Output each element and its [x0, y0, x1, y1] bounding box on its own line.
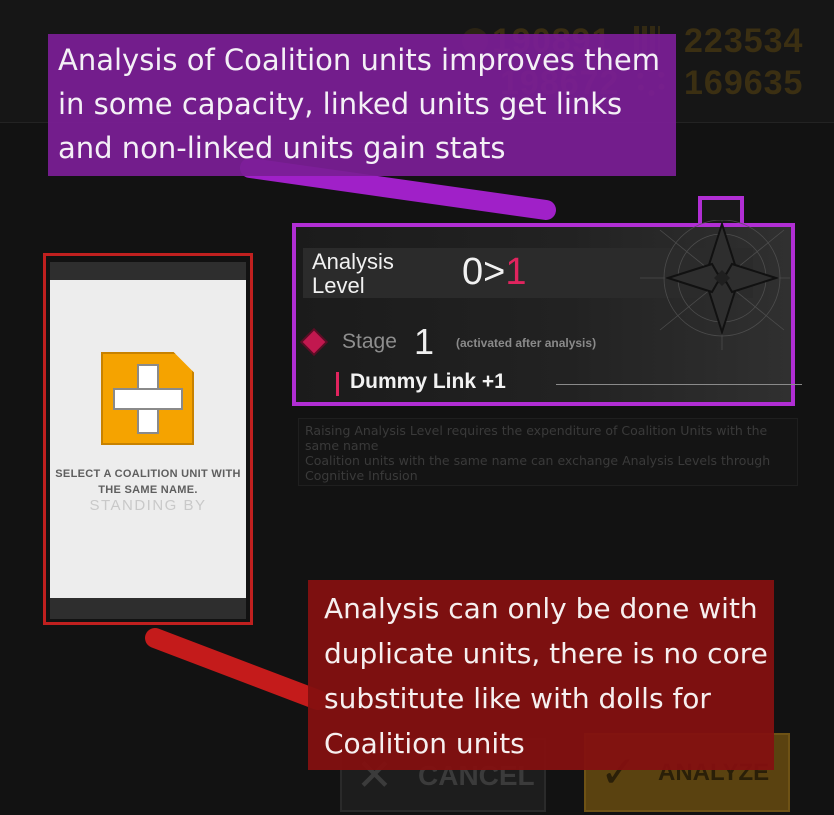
annotation-bottom: Analysis can only be done with duplicate… [308, 580, 774, 770]
annotation-top: Analysis of Coalition units improves the… [48, 34, 676, 176]
annotation-bottom-text: Analysis can only be done with duplicate… [324, 592, 768, 760]
red-connector [145, 628, 328, 710]
annotation-top-text: Analysis of Coalition units improves the… [58, 43, 660, 165]
